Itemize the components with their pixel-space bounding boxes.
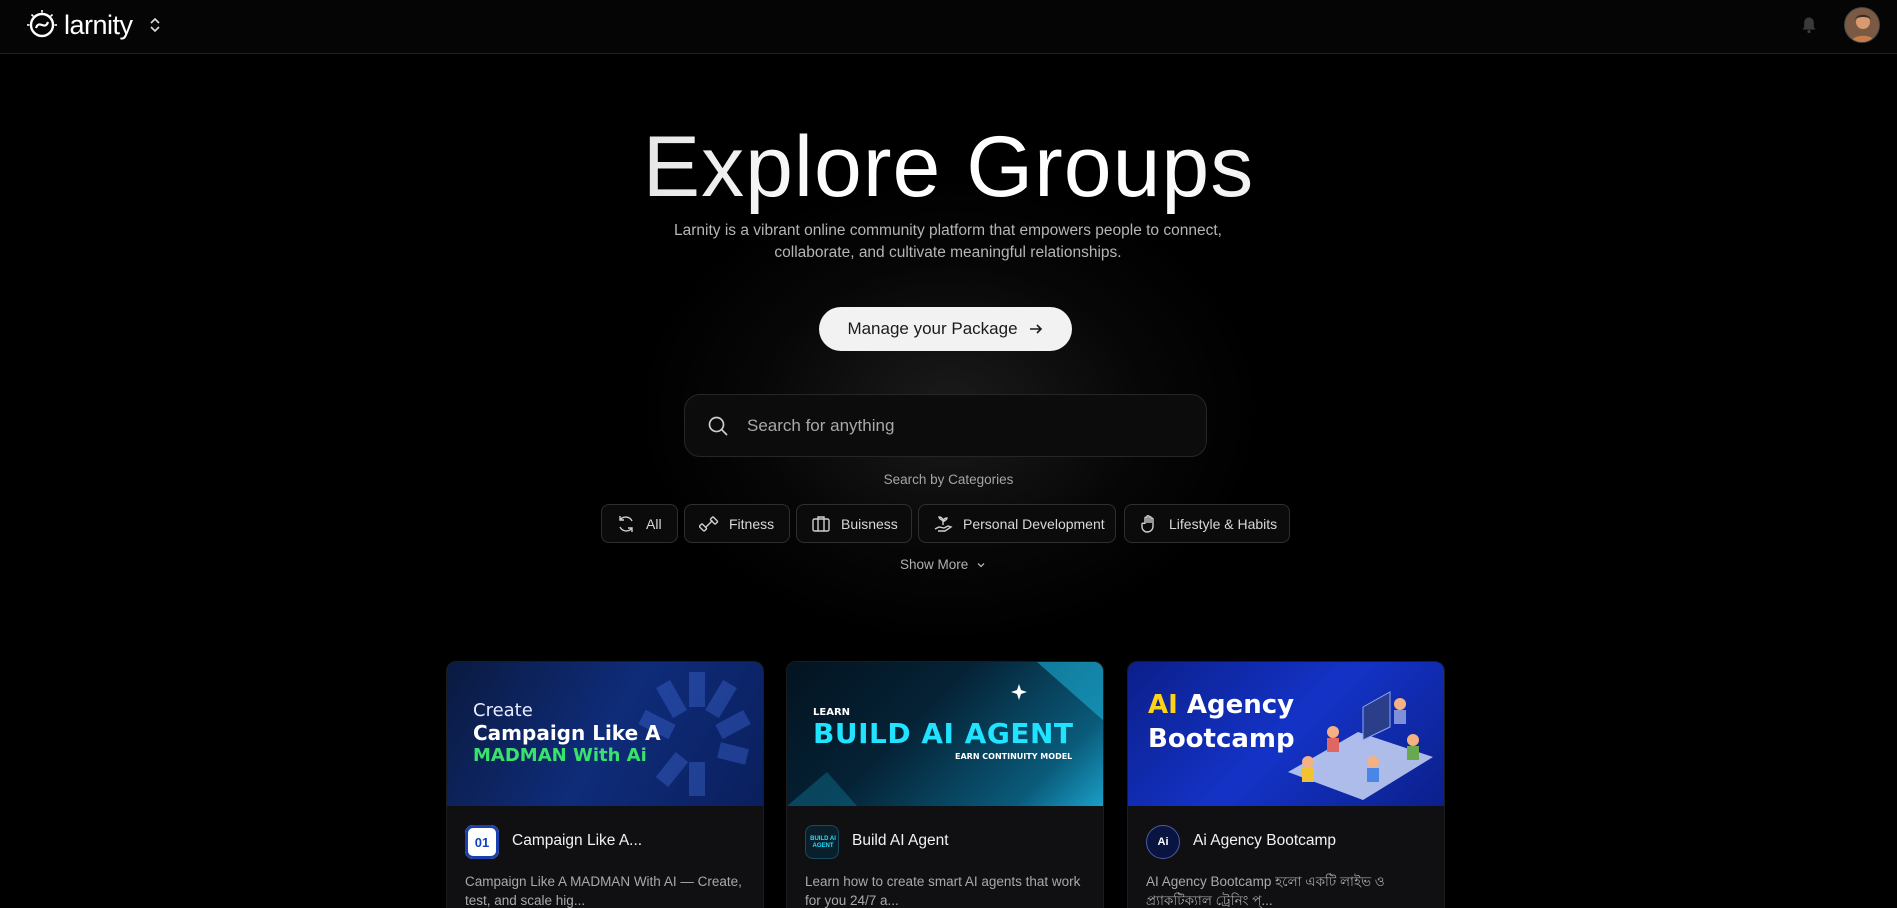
chevron-up-down-icon[interactable] [149, 16, 161, 34]
group-icon-text: BUILD AI AGENT [810, 836, 836, 849]
brand[interactable]: larnity [26, 9, 161, 41]
page-title: Explore Groups [0, 118, 1897, 217]
banner-line-2: BUILD AI AGENT [813, 717, 1074, 750]
category-chip-lifestyle-habits[interactable]: Lifestyle & Habits [1124, 504, 1290, 543]
category-chip-business[interactable]: Buisness [796, 504, 912, 543]
dumbbell-icon [699, 515, 719, 532]
category-label: Personal Development [963, 515, 1105, 532]
bell-icon[interactable] [1801, 16, 1817, 34]
categories-heading: Search by Categories [883, 472, 1014, 487]
chevron-down-icon [977, 562, 985, 567]
larnity-logo-icon [27, 10, 57, 38]
show-more-label: Show More [900, 557, 969, 572]
group-card[interactable]: AI Agency Bootcamp Ai Ai Agency Bootcamp… [1127, 661, 1445, 908]
group-title: Build AI Agent [852, 832, 949, 849]
category-chip-personal-development[interactable]: Personal Development [918, 504, 1116, 543]
refresh-icon [619, 515, 633, 532]
group-card[interactable]: LEARN BUILD AI AGENT EARN CONTINUITY MOD… [786, 661, 1104, 908]
arrow-right-icon [1029, 324, 1042, 334]
search-input[interactable] [747, 415, 1167, 436]
manage-package-button[interactable]: Manage your Package [819, 307, 1072, 351]
category-label: Buisness [841, 515, 898, 532]
category-chip-fitness[interactable]: Fitness [684, 504, 790, 543]
group-banner-image: AI Agency Bootcamp [1128, 662, 1444, 806]
banner-line-1: Create [473, 700, 533, 721]
search-box[interactable] [684, 394, 1207, 457]
page-subtitle: Larnity is a vibrant online community pl… [674, 222, 1222, 261]
banner-line-1a: AI [1148, 690, 1178, 720]
manage-package-label: Manage your Package [847, 319, 1018, 338]
banner-line-3: MADMAN With Ai [473, 745, 647, 766]
briefcase-icon [812, 515, 830, 532]
group-icon: Ai [1146, 825, 1180, 859]
category-label: Lifestyle & Habits [1169, 515, 1278, 532]
search-icon [708, 416, 728, 436]
group-icon: BUILD AI AGENT [805, 825, 839, 859]
banner-line-1b: Agency [1186, 690, 1295, 720]
group-icon-text: Ai [1157, 836, 1169, 848]
user-avatar[interactable] [1844, 7, 1880, 43]
group-description: Campaign Like A MADMAN With AI — Create,… [465, 874, 742, 908]
show-more-button[interactable]: Show More [900, 557, 986, 572]
group-card[interactable]: Create Campaign Like A MADMAN With Ai 01… [446, 661, 764, 908]
group-description: Learn how to create smart AI agents that… [805, 874, 1081, 908]
group-banner-image: LEARN BUILD AI AGENT EARN CONTINUITY MOD… [787, 662, 1103, 806]
group-banner-image: Create Campaign Like A MADMAN With Ai [447, 662, 763, 806]
brand-name: larnity [64, 9, 133, 40]
group-description: AI Agency Bootcamp হলো একটি লাইভ ও প্র্য… [1146, 874, 1385, 908]
hand-wave-icon [1141, 514, 1154, 533]
banner-line-1: AI Agency [1148, 690, 1294, 720]
banner-line-3: EARN CONTINUITY MODEL [955, 752, 1073, 761]
group-icon: 01 [465, 825, 499, 859]
category-label: All [646, 515, 662, 532]
group-title: Ai Agency Bootcamp [1193, 832, 1337, 849]
growth-hand-icon [934, 515, 953, 532]
category-label: Fitness [729, 515, 775, 532]
group-title: Campaign Like A... [512, 832, 643, 849]
avatar-image [1845, 8, 1879, 42]
group-icon-text: 01 [465, 825, 499, 859]
banner-line-2: Bootcamp [1148, 724, 1295, 754]
category-chip-all[interactable]: All [601, 504, 678, 543]
banner-line-2: Campaign Like A [473, 721, 661, 745]
top-navigation-bar: larnity [0, 0, 1897, 54]
